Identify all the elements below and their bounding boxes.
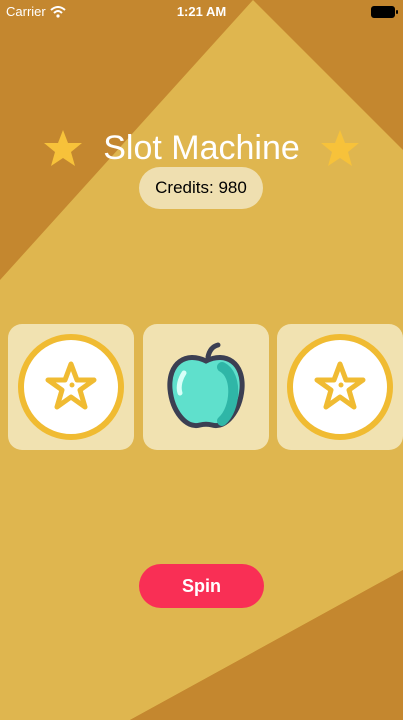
- battery-icon: [371, 6, 398, 18]
- star-icon: [44, 130, 83, 166]
- reel-2: [143, 324, 269, 450]
- credits-badge: Credits: 980: [139, 167, 263, 209]
- reel-1: [8, 324, 134, 450]
- reel-3: [277, 324, 403, 450]
- star-coin-icon: [287, 334, 393, 440]
- star-coin-icon: [18, 334, 124, 440]
- star-icon: [320, 130, 359, 166]
- title-row: Slot Machine: [0, 128, 403, 168]
- apple-icon: [167, 342, 245, 428]
- status-time: 1:21 AM: [176, 4, 227, 19]
- status-bar: Carrier 1:21 AM: [0, 0, 403, 24]
- spin-button[interactable]: Spin: [139, 564, 264, 608]
- page-title: Slot Machine: [103, 128, 300, 167]
